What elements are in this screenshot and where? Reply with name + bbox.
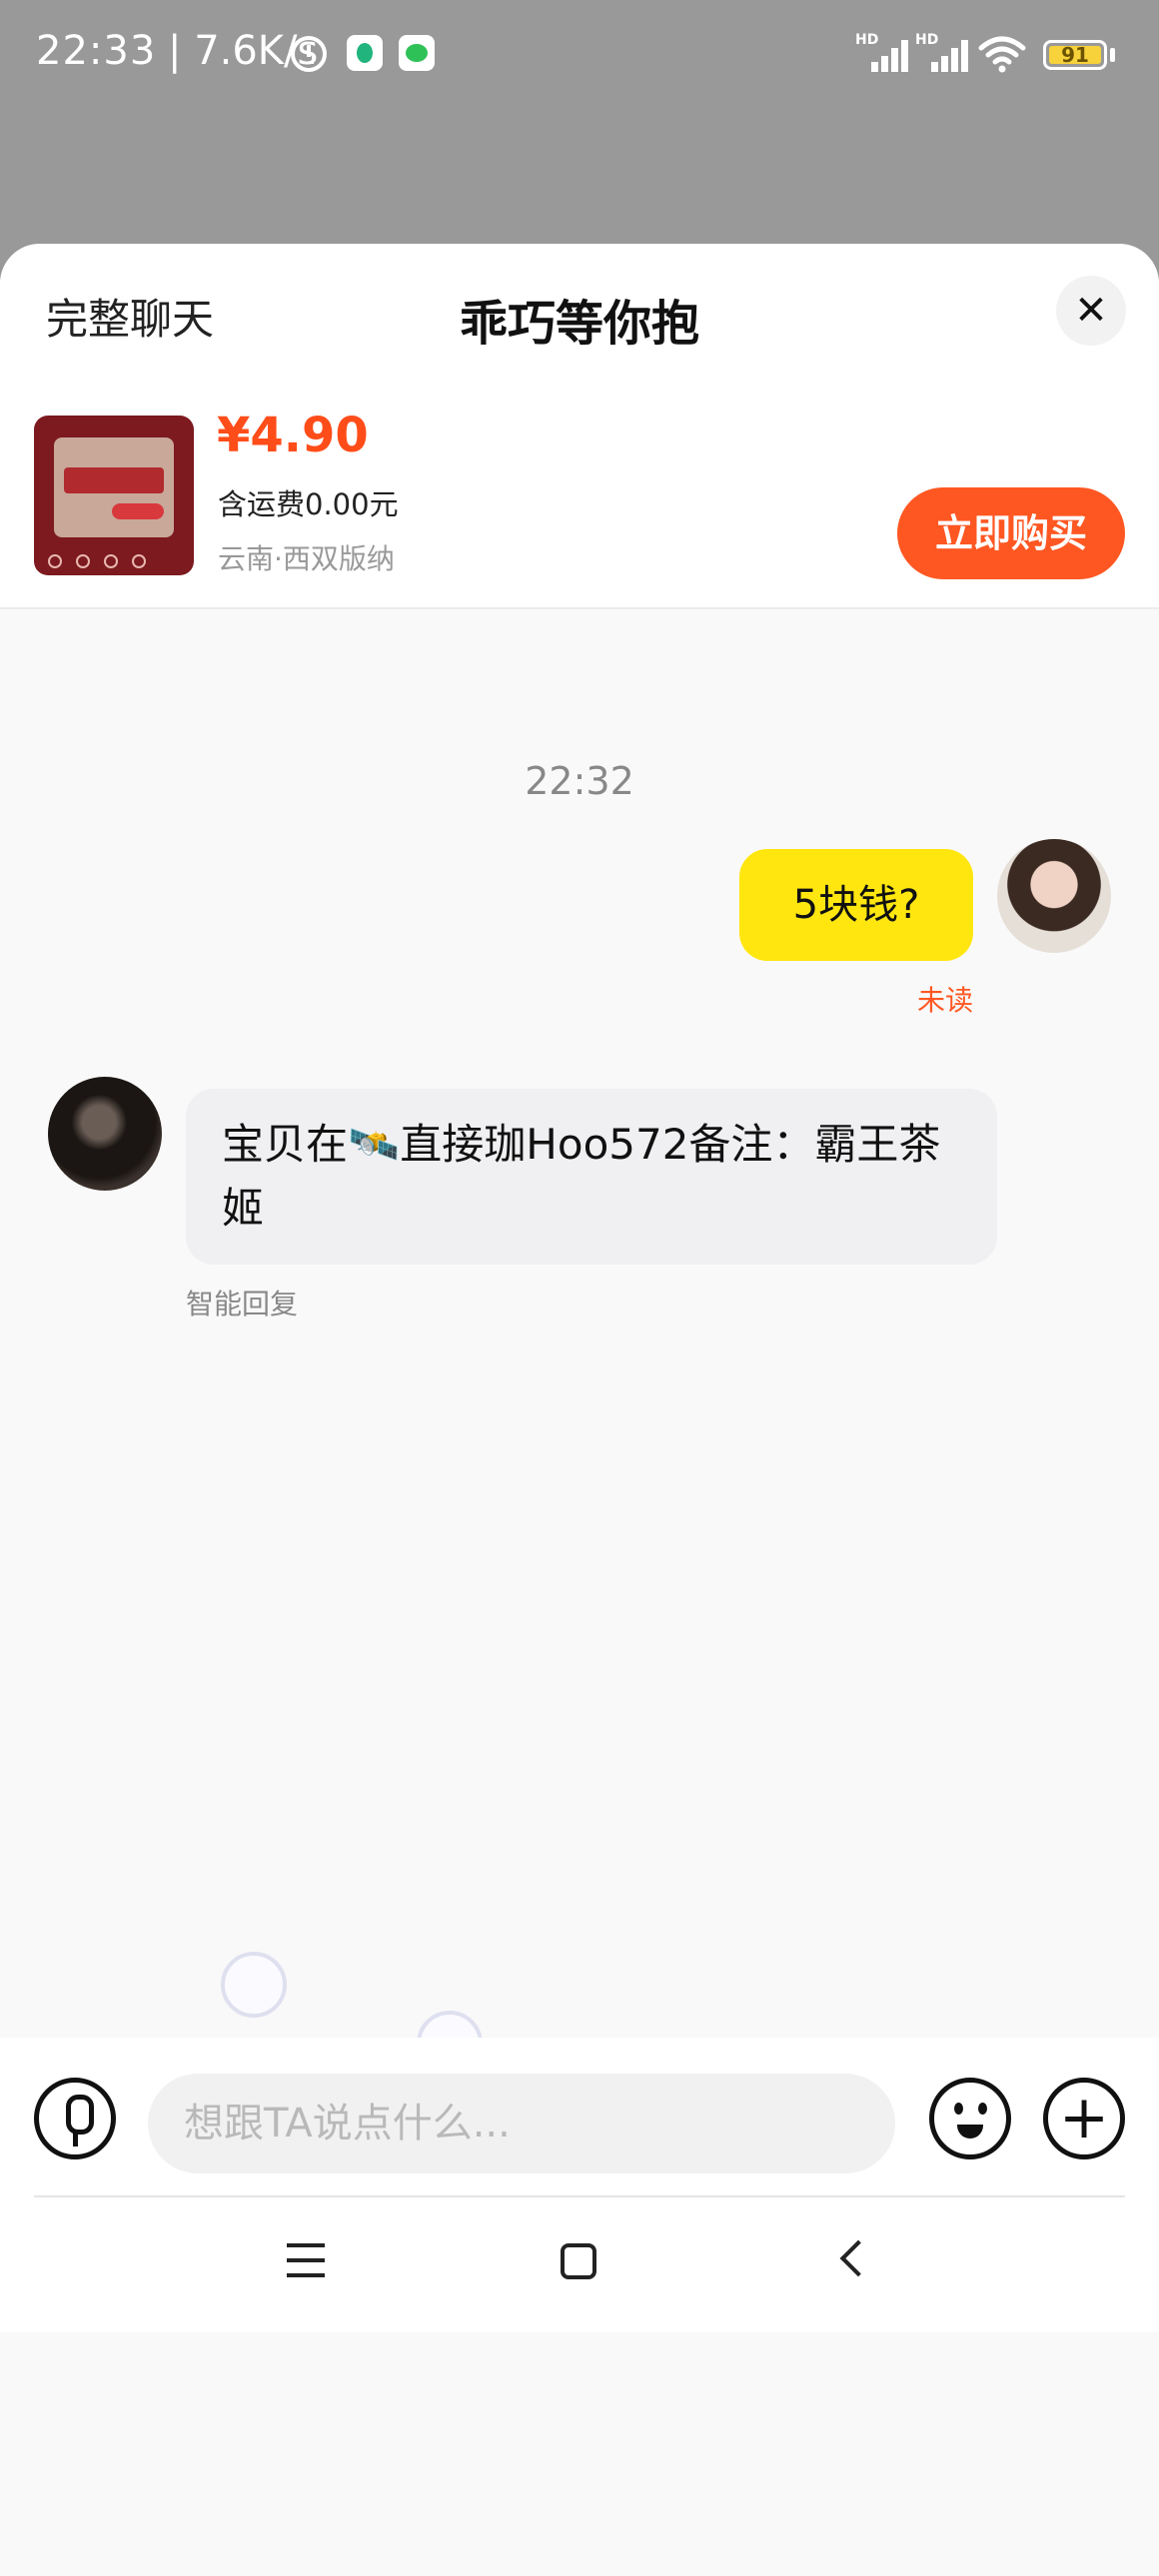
menu-icon[interactable]	[287, 2243, 325, 2277]
wifi-icon	[978, 36, 1026, 73]
status-bar: 22:33 | 7.6K/s HD HD 91	[0, 0, 1159, 110]
message-timestamp: 22:32	[525, 759, 634, 803]
microphone-icon[interactable]	[34, 2078, 116, 2159]
app-notification-icon	[347, 35, 383, 71]
sheet-header: 完整聊天 乖巧等你抱 ✕	[0, 244, 1159, 374]
signal-icon-2: HD	[915, 32, 971, 72]
product-thumbnail[interactable]	[34, 416, 194, 575]
battery-icon: 91	[1043, 40, 1107, 70]
buy-now-button[interactable]: 立即购买	[897, 487, 1125, 579]
product-price: ¥4.90	[217, 408, 369, 463]
message-bubble-incoming[interactable]: 宝贝在🛰️直接珈Hoo572备注：霸王茶姬	[186, 1089, 997, 1265]
smart-reply-label: 智能回复	[186, 1288, 299, 1320]
battery-level: 91	[1061, 43, 1089, 67]
alarm-icon	[291, 36, 327, 72]
chat-sheet: 完整聊天 乖巧等你抱 ✕ ¥4.90 含运费0.00元 云南·西双版纳 立即购买…	[0, 244, 1159, 2576]
close-button[interactable]: ✕	[1056, 276, 1126, 346]
message-bubble-outgoing[interactable]: 5块钱?	[739, 849, 973, 961]
message-input[interactable]	[148, 2074, 895, 2173]
home-icon[interactable]	[561, 2243, 596, 2279]
wechat-icon	[399, 35, 435, 71]
signal-icon: HD	[855, 32, 911, 72]
page-title: 乖巧等你抱	[459, 296, 699, 352]
product-location: 云南·西双版纳	[218, 542, 395, 575]
input-bar: +	[0, 2038, 1159, 2199]
plus-icon[interactable]: +	[1043, 2078, 1125, 2159]
close-icon: ✕	[1074, 288, 1108, 334]
back-icon[interactable]	[839, 2239, 877, 2277]
status-time: 22:33	[36, 28, 157, 74]
shipping-fee: 含运费0.00元	[218, 487, 399, 521]
avatar-self[interactable]	[997, 839, 1111, 953]
system-nav-bar	[0, 2197, 1159, 2332]
loading-circle	[221, 1952, 287, 2018]
avatar-seller[interactable]	[48, 1077, 162, 1191]
product-card[interactable]: ¥4.90 含运费0.00元 云南·西双版纳 立即购买	[0, 374, 1159, 609]
emoji-icon[interactable]	[929, 2078, 1011, 2159]
read-status: 未读	[917, 984, 974, 1017]
